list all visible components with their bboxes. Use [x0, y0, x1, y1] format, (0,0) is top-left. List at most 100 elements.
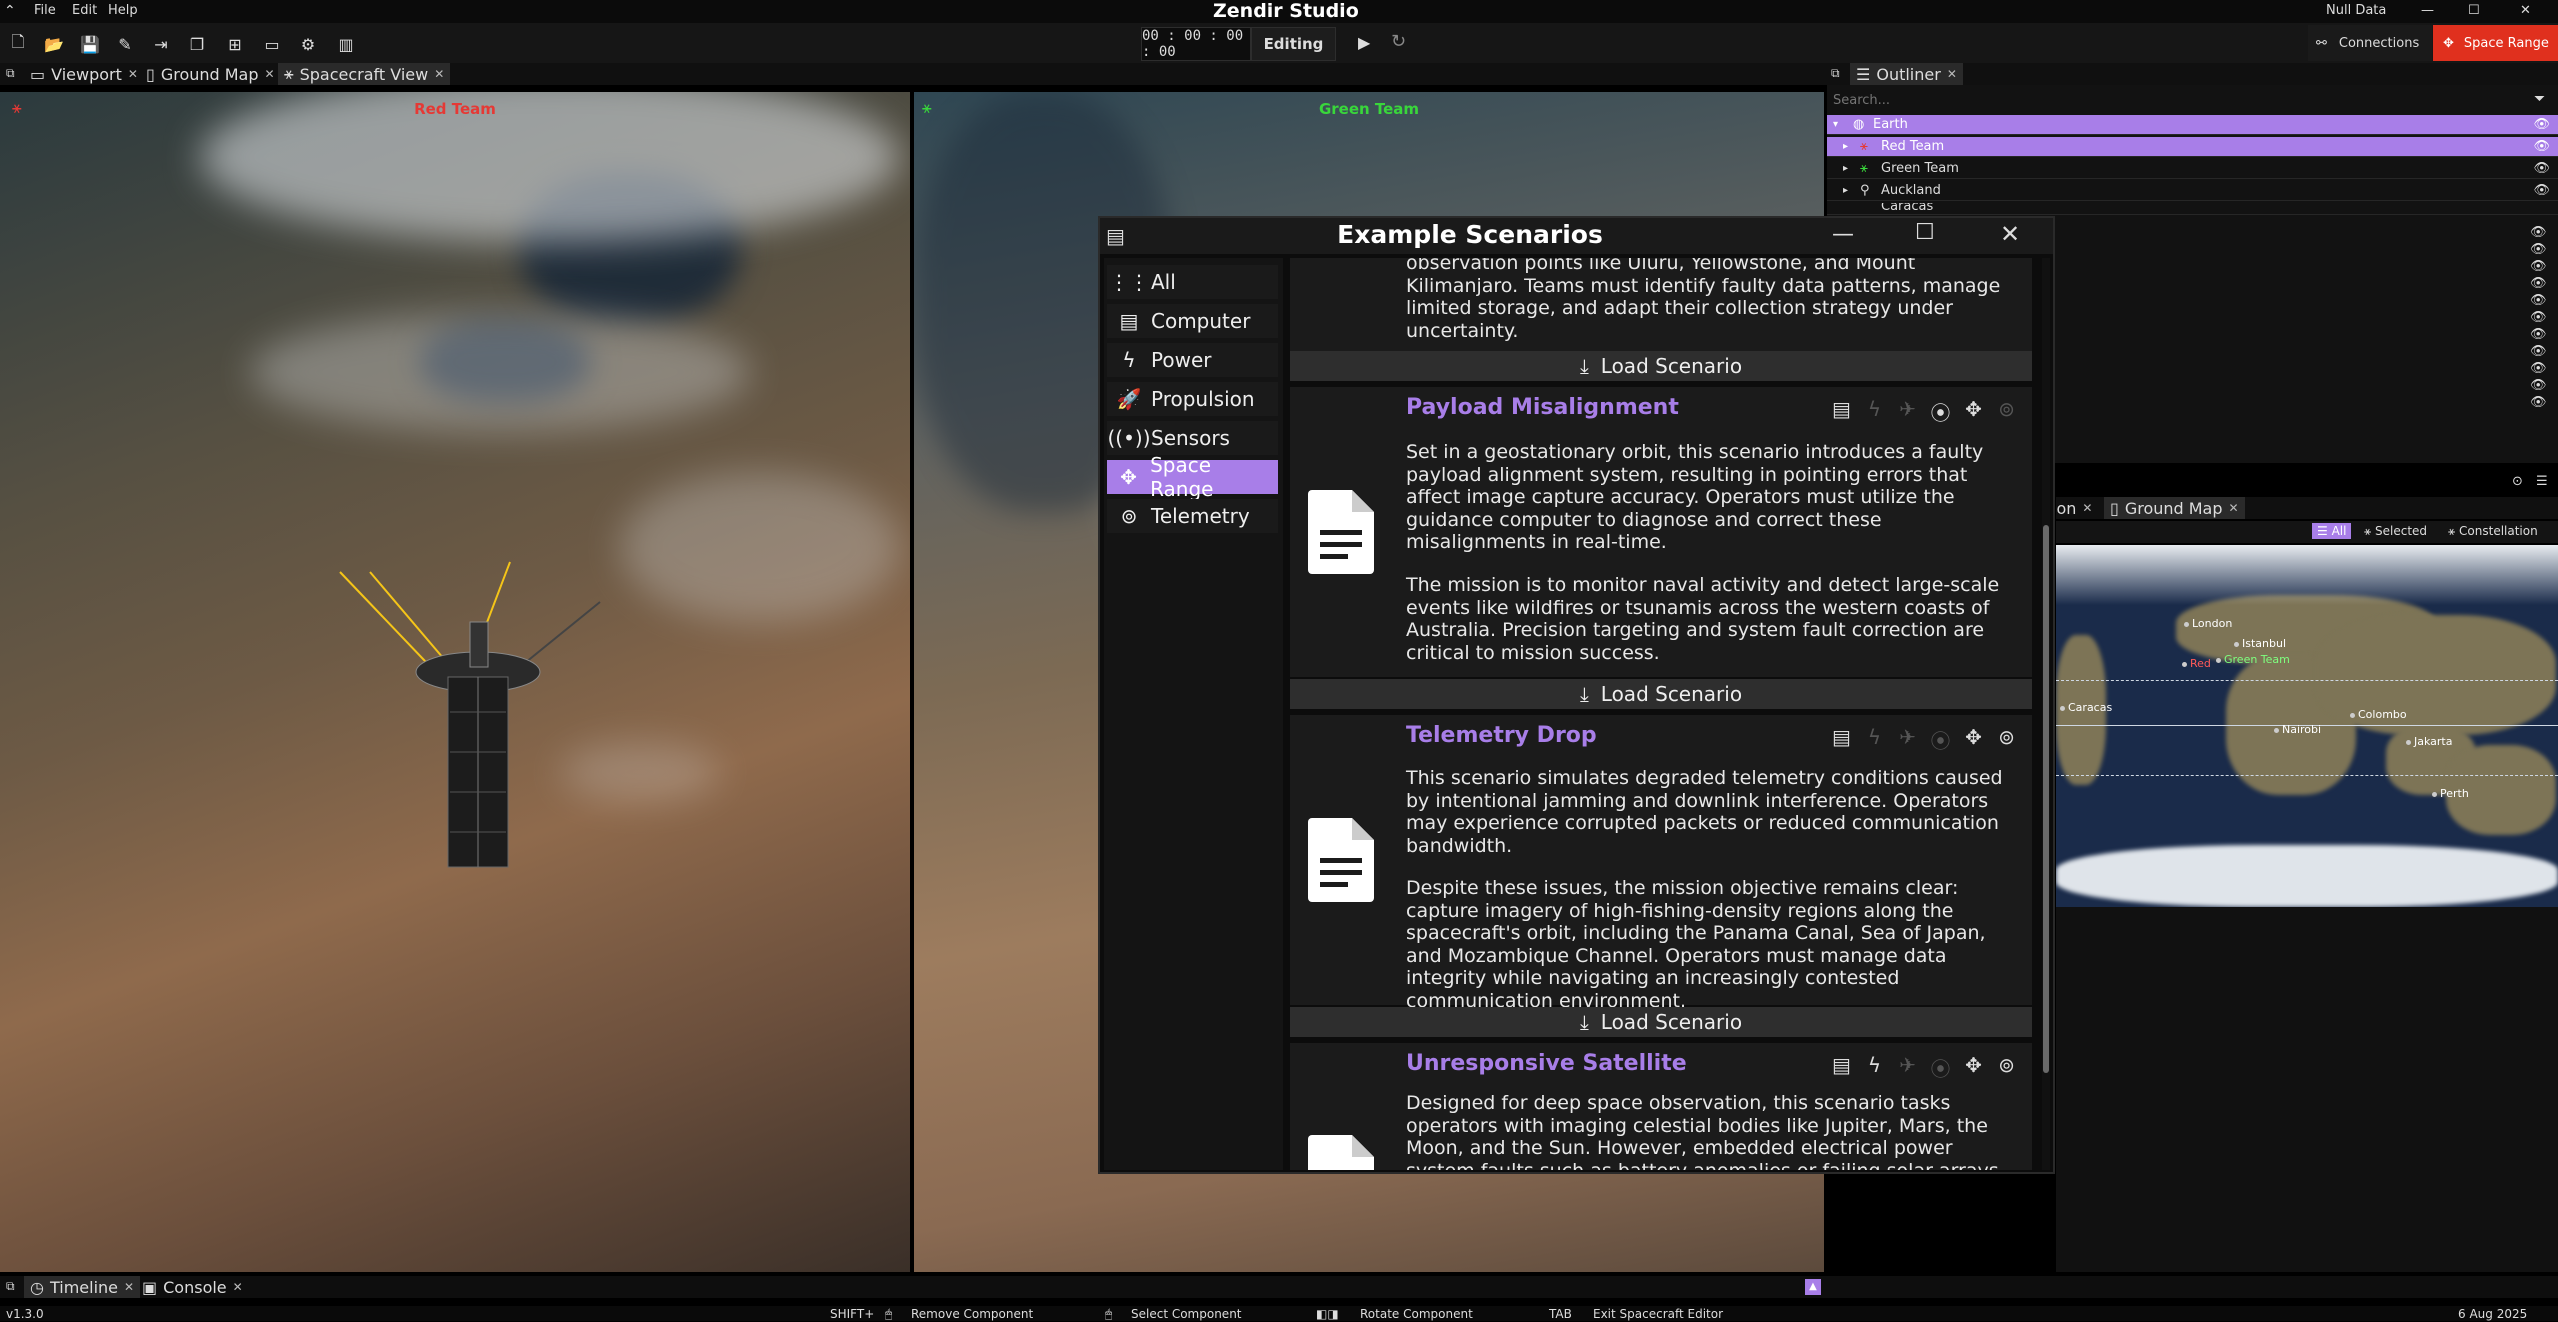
category-all[interactable]: ⋮⋮ All	[1107, 265, 1278, 299]
maximize-window-icon[interactable]: ☐	[2468, 3, 2480, 18]
red-team-marker[interactable]: Red	[2182, 657, 2211, 670]
visibility-eye-icon[interactable]: 👁	[2530, 276, 2558, 291]
outliner-item-earth[interactable]: ▾ ◍ Earth 👁	[1827, 115, 2558, 135]
map-panel-empty	[2056, 907, 2558, 1272]
visibility-eye-icon[interactable]: 👁	[2530, 378, 2558, 393]
close-tab-icon[interactable]: ✕	[434, 67, 444, 81]
new-file-icon[interactable]: 🗋	[5, 31, 31, 57]
tab-ground-map-2[interactable]: ▯ Ground Map ✕	[2104, 497, 2245, 519]
filter-selected-button[interactable]: ⚹ Selected	[2364, 524, 2427, 539]
visibility-eye-icon[interactable]: 👁	[2530, 293, 2558, 308]
visibility-eye-icon[interactable]: 👁	[2530, 344, 2558, 359]
outliner-item-red-team[interactable]: ▸ ⚹ Red Team 👁	[1827, 137, 2558, 157]
expand-arrow-icon[interactable]: ▸	[1843, 163, 1848, 174]
panel-menu-icon[interactable]: ⧉	[1831, 66, 1840, 81]
menu-help[interactable]: Help	[108, 3, 138, 18]
tab-console[interactable]: ▣ Console ✕	[136, 1276, 249, 1298]
outliner-item-auckland[interactable]: ▸ ⚲ Auckland 👁	[1827, 181, 2558, 201]
green-team-marker[interactable]: Green Team	[2216, 653, 2290, 666]
category-propulsion[interactable]: 🚀 Propulsion	[1107, 382, 1278, 416]
tab-viewport[interactable]: ▭ Viewport ✕	[24, 63, 144, 85]
monitor-icon[interactable]: ▭	[259, 31, 285, 57]
menu-edit[interactable]: Edit	[72, 3, 97, 18]
red-team-viewport[interactable]: Red Team ⚹	[0, 92, 910, 1272]
minimize-window-icon[interactable]: —	[2421, 3, 2434, 18]
visibility-eye-icon[interactable]: 👁	[2533, 161, 2550, 176]
layers-icon[interactable]: ❐	[184, 31, 210, 57]
panel-menu-icon[interactable]: ⧉	[6, 66, 15, 81]
category-space-range[interactable]: ✥ Space Range	[1107, 453, 1278, 501]
ground-map[interactable]: London Istanbul Red Green Team Caracas C…	[2056, 545, 2558, 907]
visibility-eye-icon[interactable]: 👁	[2530, 310, 2558, 325]
space-range-button[interactable]: ✥ Space Range	[2433, 25, 2558, 61]
connections-button[interactable]: ⚯ Connections	[2308, 25, 2432, 61]
rocket-icon: ✈	[1899, 725, 1916, 749]
collapse-arrow-icon[interactable]: ▾	[1833, 119, 1838, 130]
tab-timeline[interactable]: ◷ Timeline ✕	[24, 1276, 141, 1298]
visibility-eye-icon[interactable]: 👁	[2530, 327, 2558, 342]
tropic-line	[2056, 680, 2558, 681]
tab-outliner[interactable]: ☰ Outliner ✕	[1850, 63, 1963, 85]
filter-constellation-button[interactable]: ⚹ Constellation	[2448, 524, 2538, 539]
filter-icon[interactable]: ⏷	[2534, 91, 2545, 107]
minimize-icon[interactable]: —	[1832, 222, 1854, 247]
visibility-eye-icon[interactable]: 👁	[2533, 117, 2550, 132]
filter-all-button[interactable]: ☰ All	[2312, 523, 2352, 539]
category-computer[interactable]: ▤ Computer	[1107, 304, 1278, 338]
category-telemetry[interactable]: ⊚ Telemetry	[1107, 499, 1278, 533]
spacecraft-model[interactable]	[330, 462, 610, 882]
close-tab-icon[interactable]: ✕	[124, 1280, 134, 1294]
globe-icon: ◍	[1853, 117, 1865, 132]
outliner-item-caracas[interactable]: Caracas	[1827, 203, 2558, 215]
expand-arrow-icon[interactable]: ▸	[1843, 185, 1848, 196]
close-window-icon[interactable]: ✕	[2520, 3, 2531, 18]
outliner-search-input[interactable]	[1829, 89, 2529, 111]
scenario-card-unresponsive-satellite[interactable]: Unresponsive Satellite ▤ ϟ ✈ ⦿ ✥ ⊚ Designed f…	[1290, 1043, 2032, 1170]
save-icon[interactable]: 💾	[77, 31, 103, 57]
scenario-title: Payload Misalignment	[1406, 395, 1679, 420]
menu-icon[interactable]: ☰	[2536, 474, 2548, 489]
visibility-eye-icon[interactable]: 👁	[2533, 183, 2550, 198]
visibility-eye-icon[interactable]: 👁	[2530, 259, 2558, 274]
outliner-item-green-team[interactable]: ▸ ⚹ Green Team 👁	[1827, 159, 2558, 179]
bottom-tab-bar	[0, 1276, 2558, 1298]
close-icon[interactable]: ✕	[2000, 220, 2020, 248]
category-power[interactable]: ϟ Power	[1107, 343, 1278, 377]
category-sensors[interactable]: ((•)) Sensors	[1107, 421, 1278, 455]
export-icon[interactable]: ⇥	[148, 31, 174, 57]
close-tab-icon[interactable]: ✕	[265, 67, 275, 81]
save-as-icon[interactable]: ✎	[112, 31, 138, 57]
close-tab-icon[interactable]: ✕	[2229, 501, 2239, 515]
close-tab-icon[interactable]: ✕	[1947, 67, 1957, 81]
scenario-card-payload-misalignment[interactable]: Payload Misalignment ▤ ϟ ✈ ⦿ ✥ ⊚ Set in a geo…	[1290, 387, 2032, 677]
expand-arrow-icon[interactable]: ▸	[1843, 141, 1848, 152]
book-icon[interactable]: ▥	[333, 31, 359, 57]
load-scenario-button[interactable]: ⤓ Load Scenario	[1290, 679, 2032, 709]
reset-icon[interactable]: ↻	[1391, 31, 1406, 52]
visibility-eye-icon[interactable]: 👁	[2533, 139, 2550, 154]
visibility-eye-icon[interactable]: 👁	[2530, 395, 2558, 410]
tab-spacecraft-view[interactable]: ⚹ Spacecraft View ✕	[278, 63, 451, 85]
visibility-eye-icon[interactable]: 👁	[2530, 242, 2558, 257]
close-tab-icon[interactable]: ✕	[233, 1280, 243, 1294]
focus-icon[interactable]: ⊙	[2512, 474, 2523, 489]
settings-gear-icon[interactable]: ⚙	[295, 31, 321, 57]
visibility-eye-icon[interactable]: 👁	[2530, 361, 2558, 376]
visibility-eye-icon[interactable]: 👁	[2530, 225, 2558, 240]
menu-file[interactable]: File	[34, 3, 56, 18]
expand-up-icon[interactable]: ▲	[1805, 1279, 1821, 1295]
chip-icon: ▤	[1119, 309, 1139, 333]
play-icon[interactable]: ▶	[1358, 33, 1370, 52]
maximize-icon[interactable]: ☐	[1915, 220, 1935, 245]
viewport-divider[interactable]	[910, 92, 914, 1272]
scenario-card-telemetry-drop[interactable]: Telemetry Drop ▤ ϟ ✈ ⦿ ✥ ⊚ This scenario simu…	[1290, 715, 2032, 1012]
load-scenario-button[interactable]: ⤓ Load Scenario	[1290, 1007, 2032, 1037]
open-folder-icon[interactable]: 📂	[41, 31, 67, 57]
load-scenario-button[interactable]: ⤓ Load Scenario	[1290, 351, 2032, 381]
close-tab-icon[interactable]: ✕	[2082, 501, 2092, 515]
close-tab-icon[interactable]: ✕	[128, 67, 138, 81]
panel-menu-icon[interactable]: ⧉	[6, 1279, 15, 1294]
scrollbar-thumb[interactable]	[2043, 525, 2049, 1073]
tab-ground-map[interactable]: ▯ Ground Map ✕	[140, 63, 281, 85]
add-panel-icon[interactable]: ⊞	[222, 31, 248, 57]
